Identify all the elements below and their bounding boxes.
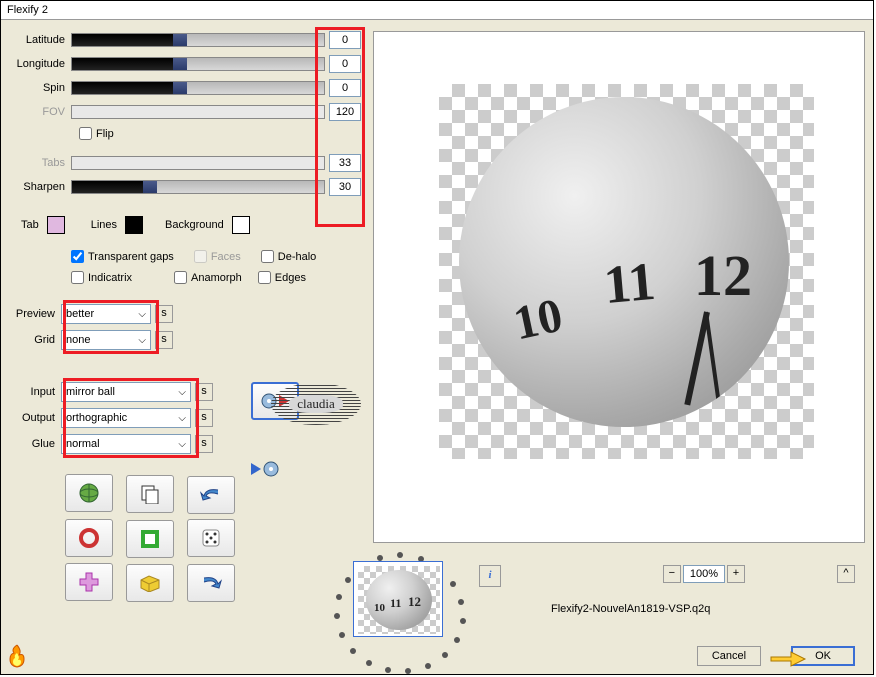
preview-dropdown[interactable]: better⌵	[61, 304, 151, 324]
anamorph-label: Anamorph	[191, 272, 242, 284]
glue-s-btn[interactable]: s	[195, 435, 213, 453]
glue-label: Glue	[11, 438, 61, 450]
preview-s-btn[interactable]: s	[155, 305, 173, 323]
latitude-label: Latitude	[11, 34, 71, 46]
collapse-button[interactable]: ^	[837, 565, 855, 583]
ring-icon	[79, 528, 99, 548]
globe-icon	[78, 482, 100, 504]
fov-label: FOV	[11, 106, 71, 118]
zoom-value[interactable]: 100%	[683, 565, 725, 583]
copy-button[interactable]	[126, 475, 174, 513]
dice-button[interactable]	[187, 519, 235, 557]
flip-label: Flip	[96, 128, 114, 140]
grid-dropdown[interactable]: none⌵	[61, 330, 151, 350]
copy-icon	[140, 484, 160, 504]
sharpen-value[interactable]: 30	[329, 178, 361, 196]
redo-icon	[200, 574, 222, 592]
clock-hand-2	[684, 311, 710, 405]
output-label: Output	[11, 412, 61, 424]
lines-color-label: Lines	[91, 219, 117, 231]
latitude-value[interactable]: 0	[329, 31, 361, 49]
edges-checkbox[interactable]	[258, 271, 271, 284]
background-color-label: Background	[165, 219, 224, 231]
watermark: claudia	[271, 383, 361, 425]
block-button[interactable]	[126, 564, 174, 602]
anamorph-checkbox[interactable]	[174, 271, 187, 284]
block-icon	[139, 574, 161, 592]
ring-button[interactable]	[65, 519, 113, 557]
glue-value: normal	[66, 438, 100, 450]
dehalo-label: De-halo	[278, 251, 317, 263]
clock-11: 11	[601, 250, 657, 316]
flip-checkbox[interactable]	[79, 127, 92, 140]
input-value: mirror ball	[66, 386, 115, 398]
indicatrix-checkbox[interactable]	[71, 271, 84, 284]
thumbnail-preview[interactable]: 10 11 12	[353, 561, 443, 637]
longitude-slider[interactable]	[71, 57, 325, 71]
cross-icon	[79, 572, 99, 592]
globe-button[interactable]	[65, 474, 113, 512]
latitude-slider[interactable]	[71, 33, 325, 47]
tabs-slider	[71, 156, 325, 170]
preview-pane[interactable]: 10 11 12	[373, 31, 865, 543]
dehalo-checkbox[interactable]	[261, 250, 274, 263]
pointer-hand-icon	[769, 647, 807, 669]
output-s-btn[interactable]: s	[195, 409, 213, 427]
tabs-label: Tabs	[11, 157, 71, 169]
sharpen-label: Sharpen	[11, 181, 71, 193]
transparent-gaps-checkbox[interactable]	[71, 250, 84, 263]
spin-label: Spin	[11, 82, 71, 94]
indicatrix-label: Indicatrix	[88, 272, 132, 284]
transparent-gaps-label: Transparent gaps	[88, 251, 174, 263]
faces-label: Faces	[211, 251, 241, 263]
spin-value[interactable]: 0	[329, 79, 361, 97]
tabs-value[interactable]: 33	[329, 154, 361, 172]
edges-label: Edges	[275, 272, 306, 284]
output-value: orthographic	[66, 412, 127, 424]
longitude-value[interactable]: 0	[329, 55, 361, 73]
fov-value[interactable]: 120	[329, 103, 361, 121]
square-button[interactable]	[126, 520, 174, 558]
info-button[interactable]: i	[479, 565, 501, 587]
cancel-button[interactable]: Cancel	[697, 646, 761, 666]
fov-slider	[71, 105, 325, 119]
undo-button[interactable]	[187, 476, 235, 514]
output-dropdown[interactable]: orthographic⌵	[61, 408, 191, 428]
tab-color-swatch[interactable]	[47, 216, 65, 234]
zoom-out-button[interactable]: −	[663, 565, 681, 583]
faces-checkbox	[194, 250, 207, 263]
undo-icon	[200, 486, 222, 504]
grid-label: Grid	[11, 334, 61, 346]
clock-10: 10	[509, 288, 567, 352]
spin-slider[interactable]	[71, 81, 325, 95]
sphere-preview: 10 11 12	[459, 97, 789, 427]
tab-color-label: Tab	[21, 219, 39, 231]
zoom-in-button[interactable]: +	[727, 565, 745, 583]
input-label: Input	[11, 386, 61, 398]
clock-12: 12	[694, 242, 752, 309]
grid-value: none	[66, 334, 90, 346]
redo-button[interactable]	[187, 564, 235, 602]
background-color-swatch[interactable]	[232, 216, 250, 234]
preset-filename: Flexify2-NouvelAn1819-VSP.q2q	[551, 603, 710, 615]
dice-icon	[201, 528, 221, 548]
preview-value: better	[66, 308, 94, 320]
input-s-btn[interactable]: s	[195, 383, 213, 401]
grid-s-btn[interactable]: s	[155, 331, 173, 349]
fire-icon[interactable]	[4, 643, 32, 671]
play-disc-button[interactable]	[251, 460, 279, 478]
window-title: Flexify 2	[1, 1, 873, 20]
longitude-label: Longitude	[11, 58, 71, 70]
sharpen-slider[interactable]	[71, 180, 325, 194]
play-disc-icon	[251, 460, 279, 478]
lines-color-swatch[interactable]	[125, 216, 143, 234]
square-icon	[141, 530, 159, 548]
glue-dropdown[interactable]: normal⌵	[61, 434, 191, 454]
input-dropdown[interactable]: mirror ball⌵	[61, 382, 191, 402]
cross-button[interactable]	[65, 563, 113, 601]
preview-label: Preview	[11, 308, 61, 320]
